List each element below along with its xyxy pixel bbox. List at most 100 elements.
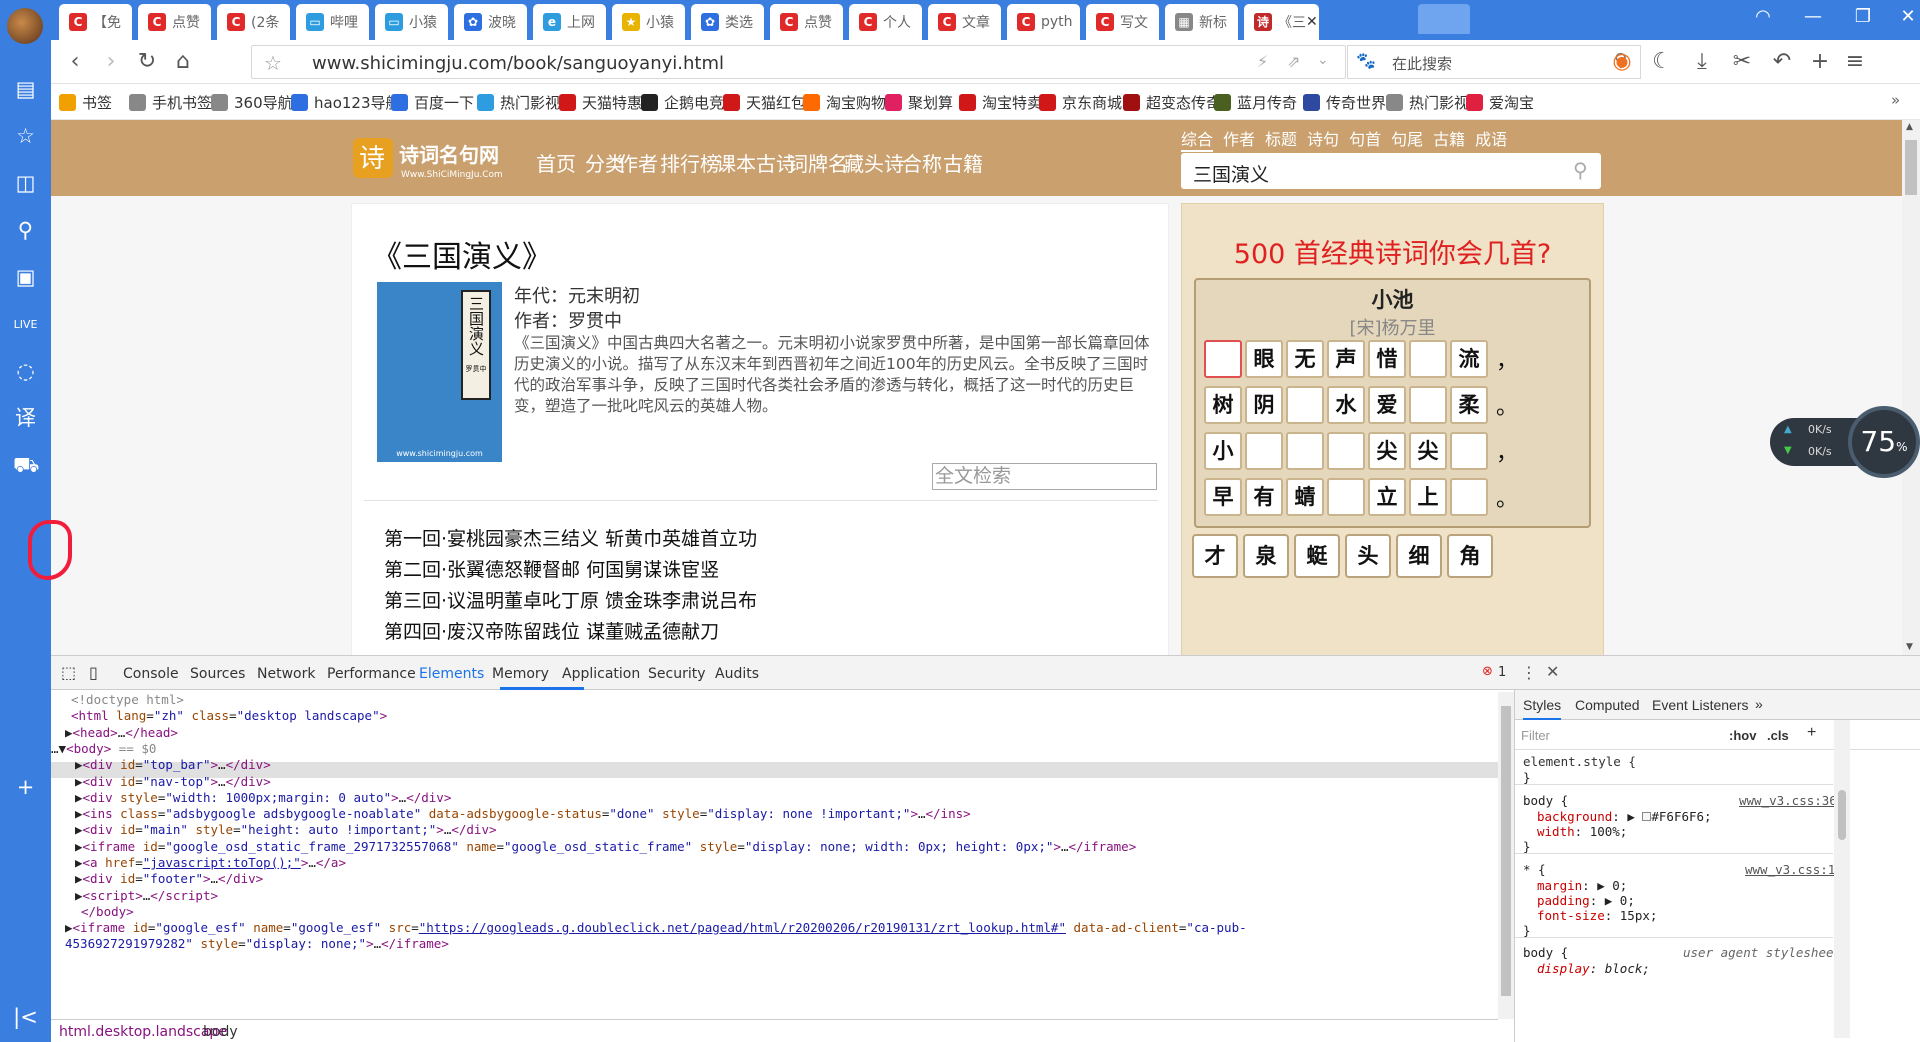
dom-line[interactable]: <html lang="zh" class="desktop landscape… — [71, 708, 387, 724]
poem-cell[interactable] — [1245, 432, 1283, 470]
scroll-down-icon[interactable]: ▼ — [1906, 642, 1913, 652]
tab-6[interactable]: e 上网 — [533, 4, 606, 40]
poem-cell[interactable]: 阴 — [1245, 386, 1283, 424]
site-nav-link[interactable]: 古籍 — [943, 148, 983, 177]
search-tab[interactable]: 句首 — [1349, 126, 1381, 150]
poem-cell[interactable] — [1286, 432, 1324, 470]
bookmark-item[interactable]: 淘宝特卖 — [959, 92, 1042, 113]
reload-icon[interactable]: ↻ — [133, 48, 161, 76]
devtools-tab[interactable]: Audits — [715, 666, 759, 682]
game-icon[interactable]: ◉ — [1608, 48, 1636, 76]
devtools-tab[interactable]: Application — [562, 666, 640, 682]
chapter-link[interactable]: 第二回·张翼德怒鞭督邮 何国舅谋诛宦竖 — [384, 555, 719, 582]
cls-toggle[interactable]: .cls — [1767, 728, 1789, 743]
tab-12[interactable]: Cpyth — [1007, 4, 1080, 40]
share-icon[interactable]: ⇗ — [1287, 52, 1300, 71]
poem-cell[interactable]: 无 — [1286, 340, 1324, 378]
tab-styles[interactable]: Styles — [1523, 697, 1562, 720]
tab-11[interactable]: C 文章 — [928, 4, 1001, 40]
scrollbar-thumb[interactable] — [1838, 790, 1846, 840]
poem-cell[interactable]: 爱 — [1368, 386, 1406, 424]
dom-line[interactable]: <!doctype html> — [71, 692, 184, 708]
bookmark-item[interactable]: 企鹅电竞 — [641, 92, 724, 113]
devtools-tab[interactable]: Security — [648, 666, 706, 682]
site-search-value[interactable]: 三国演义 — [1193, 160, 1269, 187]
tab-8[interactable]: ✿ 类选 — [691, 4, 764, 40]
poem-cell[interactable]: 流 — [1450, 340, 1488, 378]
elements-scrollbar[interactable] — [1498, 692, 1514, 1019]
poem-option-button[interactable]: 头 — [1345, 534, 1391, 578]
book-icon[interactable]: ◫ — [13, 171, 38, 196]
translate-icon[interactable]: 译 — [13, 406, 38, 431]
dom-line[interactable]: ▶<script>…</script> — [75, 888, 218, 904]
network-speed-widget[interactable]: ▲ 0K/s ▼ 0K/s 75% — [1770, 406, 1920, 480]
bookmark-item[interactable]: 书签 — [59, 92, 112, 113]
site-nav-link[interactable]: 藏头诗 — [844, 148, 904, 177]
bookmark-item[interactable]: 蓝月传奇 — [1214, 92, 1297, 113]
close-window-icon[interactable]: ✕ — [1893, 6, 1920, 27]
video-icon[interactable]: ▣ — [13, 265, 38, 290]
poem-cell[interactable]: 尖 — [1368, 432, 1406, 470]
tab-4[interactable]: ▭ 小猿 — [375, 4, 448, 40]
bookmark-item[interactable]: 超变态传奇 — [1123, 92, 1221, 113]
poem-cell[interactable]: 早 — [1204, 478, 1242, 516]
night-mode-icon[interactable]: ☾ — [1648, 48, 1676, 76]
lightning-icon[interactable]: ⚡ — [1257, 52, 1268, 71]
dom-line[interactable]: ▶<div id="main" style="height: auto !imp… — [75, 822, 497, 838]
memory-usage-circle[interactable]: 75% — [1848, 406, 1920, 478]
scrollbar-thumb[interactable] — [1905, 140, 1917, 195]
page-scrollbar[interactable]: ▲ ▼ — [1902, 120, 1920, 655]
hov-toggle[interactable]: :hov — [1729, 728, 1756, 743]
poem-cell[interactable] — [1409, 340, 1447, 378]
style-rule[interactable]: * { — [1523, 862, 1546, 877]
cart-icon[interactable]: ⛟ — [13, 453, 39, 478]
fulltext-search-input[interactable]: 全文检索 — [932, 463, 1157, 490]
style-rule[interactable]: element.style { — [1523, 754, 1636, 769]
search-box[interactable]: 🐾 在此搜索 ⚲ — [1347, 45, 1641, 79]
bookmark-item[interactable]: 热门影视 — [1386, 92, 1469, 113]
stylesheet-link[interactable]: www_v3.css:36 — [1739, 793, 1837, 808]
poem-cell[interactable]: 尖 — [1409, 432, 1447, 470]
filter-input[interactable]: Filter — [1521, 728, 1550, 743]
bookmark-item[interactable]: hao123导航 — [291, 92, 401, 113]
dom-line[interactable]: ▶<head>…</head> — [65, 725, 178, 741]
more-tabs-icon[interactable]: » — [1755, 696, 1763, 712]
error-count[interactable]: 1 — [1498, 665, 1506, 680]
style-declaration[interactable]: padding: ▶ 0; — [1537, 893, 1635, 908]
tab-14[interactable]: ▦ 新标 — [1165, 4, 1238, 40]
book-cover[interactable]: 三国演义 罗贯中 www.shicimingju.com — [377, 282, 502, 462]
poem-option-button[interactable]: 蜓 — [1294, 534, 1340, 578]
poem-cell[interactable] — [1450, 432, 1488, 470]
bookmark-item[interactable]: 热门影视 — [477, 92, 560, 113]
star-icon[interactable]: ☆ — [264, 51, 282, 75]
screenshot-icon[interactable]: ✂ — [1728, 48, 1756, 76]
chapter-link[interactable]: 第三回·议温明董卓叱丁原 馈金珠李肃说吕布 — [384, 586, 757, 613]
devtools-tab[interactable]: Performance — [327, 666, 416, 682]
home-icon[interactable]: ⌂ — [169, 48, 197, 76]
poem-cell[interactable]: 蜻 — [1286, 478, 1324, 516]
bookmark-item[interactable]: 京东商城 — [1039, 92, 1122, 113]
devtools-tab[interactable]: Console — [123, 666, 179, 682]
dom-line[interactable]: ▶<div id="nav-top">…</div> — [75, 774, 271, 790]
inspect-element-icon[interactable]: ⬚ — [61, 663, 76, 682]
bookmark-item[interactable]: 淘宝购物 — [803, 92, 886, 113]
style-declaration[interactable]: font-size: 15px; — [1537, 908, 1657, 923]
chevron-down-icon[interactable]: ⌄ — [1317, 52, 1329, 68]
site-nav-link[interactable]: 首页 — [536, 148, 576, 177]
poem-cell[interactable]: 上 — [1409, 478, 1447, 516]
poem-option-button[interactable]: 细 — [1396, 534, 1442, 578]
forward-icon[interactable]: › — [97, 48, 125, 76]
tab-5[interactable]: ✿ 波晓 — [454, 4, 527, 40]
poem-game-title[interactable]: 500 首经典诗词你会几首? — [1182, 232, 1603, 271]
dom-line[interactable]: ▶<ins class="adsbygoogle adsbygoogle-noa… — [75, 806, 971, 822]
tab-13[interactable]: C 写文 — [1086, 4, 1159, 40]
site-nav-link[interactable]: 课本古诗 — [716, 148, 796, 177]
add-tab-icon[interactable]: + — [1806, 48, 1834, 76]
poem-cell[interactable] — [1450, 478, 1488, 516]
scroll-up-icon[interactable]: ▲ — [1906, 122, 1913, 132]
site-nav-link[interactable]: 合称 — [902, 148, 942, 177]
dom-line[interactable]: </body> — [81, 904, 134, 920]
more-bookmarks-icon[interactable]: » — [1891, 91, 1900, 109]
tab-event-listeners[interactable]: Event Listeners — [1652, 697, 1749, 713]
poem-cell[interactable]: 惜 — [1368, 340, 1406, 378]
